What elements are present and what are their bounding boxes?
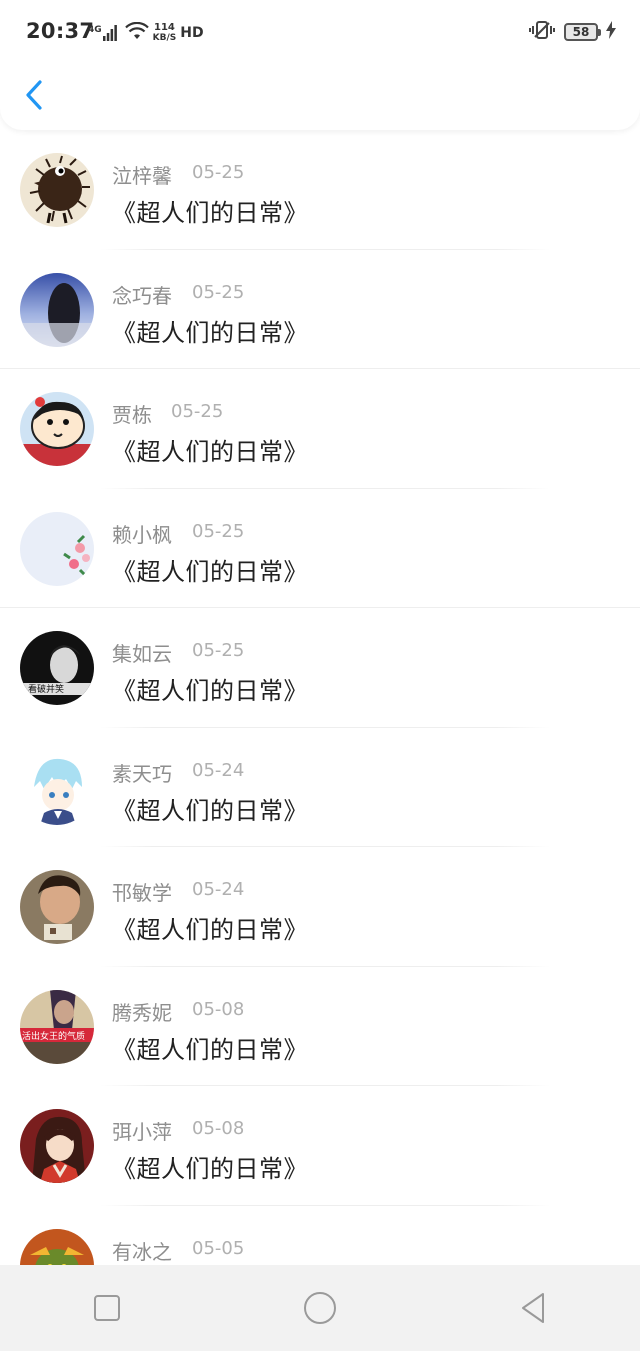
comment-date: 05-25 [192, 162, 245, 183]
comment-date: 05-05 [192, 1237, 245, 1259]
battery-level: 58 [572, 25, 590, 39]
avatar-caption: 看破并笑 [28, 683, 64, 695]
back-button[interactable] [18, 74, 52, 116]
avatar[interactable] [20, 1228, 94, 1265]
user-name: 腾秀妮 [112, 1000, 172, 1025]
comment-title: 《超人们的日常》 [112, 1035, 308, 1064]
avatar[interactable] [20, 392, 94, 466]
comment-date: 05-25 [171, 401, 224, 422]
comment-title: 《超人们的日常》 [112, 318, 308, 347]
list-item[interactable]: 有冰之 05-05 [0, 1206, 640, 1265]
home-button[interactable] [280, 1278, 360, 1338]
avatar[interactable] [20, 750, 94, 825]
list-item[interactable]: 邗敏学 05-24 《超人们的日常》 [0, 847, 640, 967]
network-speed: 114 KB/S [152, 22, 177, 44]
comment-date: 05-08 [192, 1118, 245, 1139]
recent-apps-button[interactable] [67, 1278, 147, 1338]
user-name: 有冰之 [112, 1239, 172, 1264]
speed-unit: KB/S [152, 33, 177, 43]
screen: 20:37 4G 114 KB/S HD 58 泣梓馨 05-25 《超人们的日… [0, 0, 640, 1351]
comment-date: 05-08 [192, 998, 245, 1020]
charging-icon [606, 21, 616, 43]
list-item[interactable]: 赖小枫 05-25 《超人们的日常》 [0, 489, 640, 608]
comment-date: 05-24 [192, 879, 245, 900]
avatar[interactable] [20, 153, 94, 227]
comment-title: 《超人们的日常》 [112, 438, 308, 466]
user-name: 弭小萍 [112, 1120, 172, 1144]
list-item[interactable]: 看破并笑 集如云 05-25 《超人们的日常》 [0, 608, 640, 728]
user-name: 赖小枫 [112, 522, 172, 547]
avatar[interactable] [20, 272, 94, 347]
hd-badge: HD [180, 25, 204, 41]
status-right-icons: 58 [528, 20, 616, 44]
triangle-back-icon [522, 1293, 545, 1323]
comment-date: 05-25 [192, 281, 245, 303]
list-item[interactable]: 贾栋 05-25 《超人们的日常》 [0, 369, 640, 489]
network-type: 4G [88, 25, 102, 35]
chevron-left-icon [26, 80, 42, 110]
avatar[interactable]: 看破并笑 [20, 631, 94, 705]
user-name: 素天巧 [112, 761, 172, 786]
list-item[interactable]: 素天巧 05-24 《超人们的日常》 [0, 728, 640, 847]
square-icon [93, 1295, 120, 1321]
comment-title: 《超人们的日常》 [112, 557, 308, 586]
status-time: 20:37 [26, 19, 95, 43]
user-name: 泣梓馨 [112, 164, 172, 188]
avatar[interactable] [20, 511, 94, 586]
wifi-icon [124, 21, 149, 44]
app-header: 20:37 4G 114 KB/S HD 58 [0, 0, 640, 130]
comment-list: 泣梓馨 05-25 《超人们的日常》 念巧春 05-25 《超人们的日常》 贾栋… [0, 130, 640, 1265]
comment-title: 《超人们的日常》 [112, 796, 308, 825]
circle-icon [303, 1292, 336, 1324]
battery-icon: 58 [564, 23, 601, 41]
comment-date: 05-25 [192, 640, 245, 661]
avatar[interactable] [20, 1109, 94, 1183]
user-name: 邗敏学 [112, 881, 172, 905]
list-item[interactable]: 泣梓馨 05-25 《超人们的日常》 [0, 130, 640, 250]
list-item[interactable]: 念巧春 05-25 《超人们的日常》 [0, 250, 640, 369]
user-name: 贾栋 [112, 403, 152, 427]
comment-title: 《超人们的日常》 [112, 916, 308, 944]
avatar-caption: 活出女王的气质 [22, 1030, 85, 1042]
signal-icon: 4G [88, 25, 117, 41]
status-left-icons: 4G 114 KB/S HD [88, 20, 204, 46]
comment-date: 05-25 [192, 520, 245, 542]
comment-title: 《超人们的日常》 [112, 199, 308, 227]
list-item[interactable]: 活出女王的气质 腾秀妮 05-08 《超人们的日常》 [0, 967, 640, 1086]
user-name: 念巧春 [112, 283, 172, 308]
comment-title: 《超人们的日常》 [112, 1155, 308, 1183]
speed-value: 114 [154, 22, 175, 33]
comment-date: 05-24 [192, 759, 245, 781]
user-name: 集如云 [112, 642, 172, 666]
nav-bar [0, 64, 640, 130]
avatar[interactable] [20, 870, 94, 944]
vibrate-icon [528, 20, 556, 44]
system-nav-bar [0, 1265, 640, 1351]
status-bar: 20:37 4G 114 KB/S HD 58 [0, 0, 640, 64]
avatar[interactable]: 活出女王的气质 [20, 989, 94, 1064]
system-back-button[interactable] [493, 1278, 573, 1338]
comment-title: 《超人们的日常》 [112, 677, 308, 705]
list-item[interactable]: 弭小萍 05-08 《超人们的日常》 [0, 1086, 640, 1206]
